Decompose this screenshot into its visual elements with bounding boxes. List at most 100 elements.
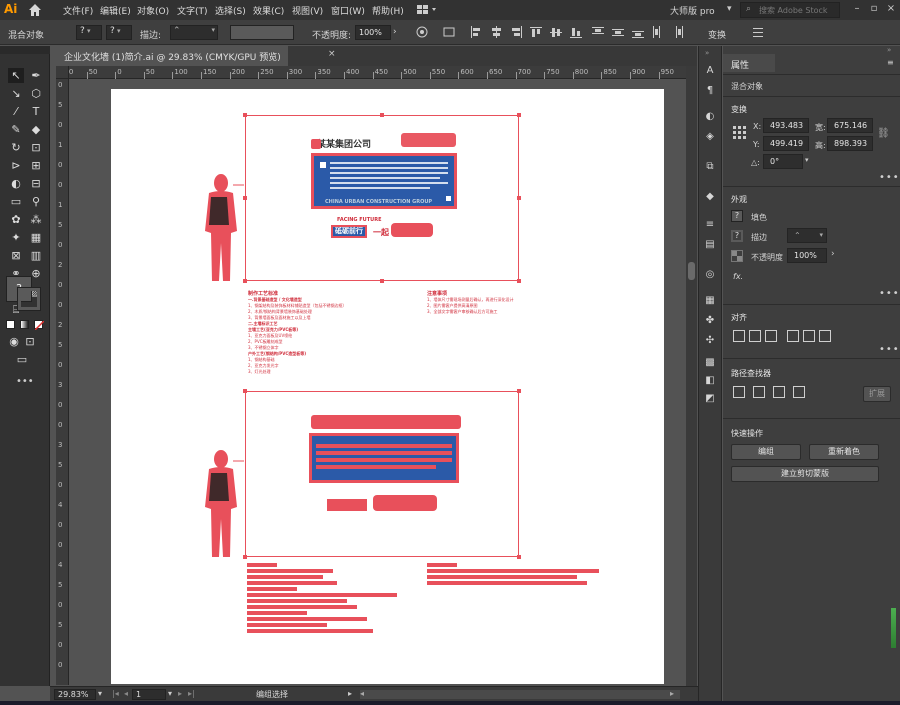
menu-type[interactable]: 文字(T) [177,4,208,17]
artboard-number-input[interactable]: 1 [132,689,166,700]
canvas[interactable]: 某某集团公司 CHINA URBAN CONSTRUCTION GROUP FA… [69,79,686,685]
transform-more-icon[interactable]: ••• [879,172,900,183]
document-tab[interactable]: 企业文化墙 (1)简介.ai @ 29.83% (CMYK/GPU 预览) [56,46,288,66]
none-mode-icon[interactable] [34,320,44,330]
opacity-panel-input[interactable]: 100% [787,248,827,263]
w-input[interactable]: 675.146 [827,118,873,133]
ellipse-tool-icon[interactable]: ⬡ [28,86,44,101]
panel-align-bottom-icon[interactable] [819,330,831,342]
type-tool-icon[interactable]: T [28,104,44,119]
horizontal-ruler[interactable]: 1005005010015020025030035040045050055060… [56,66,686,79]
home-icon[interactable] [28,3,42,17]
lower-slogan-calligraphy[interactable] [373,495,437,511]
menu-effect[interactable]: 效果(C) [253,4,284,17]
fill-swatch[interactable]: ? ▾ [76,25,102,40]
menu-view[interactable]: 视图(V) [292,4,323,17]
width-tool-icon[interactable]: ⊳ [8,158,24,173]
lower-header-calligraphy[interactable] [311,415,461,429]
group-button[interactable]: 编组 [731,444,801,460]
symbols-panel-icon[interactable]: ✣ [703,334,717,348]
ruler-origin[interactable] [56,66,69,79]
reference-point-icon[interactable] [733,126,747,143]
appearance-panel-icon[interactable]: ◧ [703,374,717,388]
facing-future-text[interactable]: FACING FUTURE [337,217,381,223]
panel-align-right-icon[interactable] [765,330,777,342]
unite-icon[interactable] [733,386,745,398]
draw-behind-icon[interactable]: ⊡ [22,334,38,349]
menu-file[interactable]: 文件(F) [63,4,93,17]
notes-line[interactable]: 3、全部文字需客户审核确认后方可施工 [427,309,514,315]
paragraph-panel-icon[interactable]: ¶ [703,84,717,98]
intersect-icon[interactable] [773,386,785,398]
workspace-label[interactable]: 大师版 pro [670,4,715,17]
exclude-icon[interactable] [793,386,805,398]
distribute-middle-icon[interactable] [612,26,624,38]
color-panel-icon[interactable]: ◐ [703,110,717,124]
perspective-tool-icon[interactable]: ⊟ [28,176,44,191]
close-icon[interactable]: × [884,3,898,17]
zoom-level-input[interactable]: 29.83% [54,689,96,700]
selection-tool-icon[interactable]: ↖ [8,68,24,83]
recolor-button[interactable]: 重新着色 [809,444,879,460]
align-bottom-icon[interactable] [570,26,582,38]
menu-object[interactable]: 对象(O) [137,4,169,17]
chevron-down-icon[interactable]: ▾ [727,4,732,14]
human-silhouette-figure-lower[interactable] [197,449,245,559]
align-middle-icon[interactable] [550,26,562,38]
transparency-panel-icon[interactable]: ◎ [703,268,717,282]
distribute-right-icon[interactable] [672,26,684,38]
prev-artboard-icon[interactable]: ◂ [124,689,128,698]
panel-close-icon[interactable]: » [887,46,891,54]
menu-select[interactable]: 选择(S) [215,4,246,17]
distribute-left-icon[interactable] [652,26,664,38]
color-guide-icon[interactable]: ◈ [703,130,717,144]
brush-tool-icon[interactable]: ⁄ [8,104,24,119]
status-menu-icon[interactable]: ▸ [348,689,352,698]
pencil-tool-icon[interactable]: ✎ [8,122,24,137]
artboards-panel-icon[interactable]: ⧉ [703,160,717,174]
stroke-color-swatch[interactable] [17,287,41,311]
scroll-right-icon[interactable]: ▸ [670,689,674,698]
stroke-weight-input[interactable]: ⌃ ▾ [170,25,218,40]
panel-align-vcenter-icon[interactable] [803,330,815,342]
vertical-scroll-thumb[interactable] [688,262,695,280]
craft-title[interactable]: 制作工艺标准 [248,290,278,297]
company-logo-mark[interactable] [311,139,321,149]
restore-icon[interactable]: ▫ [867,3,881,17]
align-more-icon[interactable]: ••• [879,344,900,355]
menu-help[interactable]: 帮助(H) [372,4,404,17]
x-input[interactable]: 493.483 [763,118,809,133]
slice-tool-icon[interactable]: ▥ [28,248,44,263]
slogan-tail[interactable]: 一起 [373,227,389,238]
gradient-tool-icon[interactable]: ▭ [8,194,24,209]
properties-tab[interactable]: 属性 [723,54,775,72]
fx-label[interactable]: fx. [733,272,743,281]
menu-window[interactable]: 窗口(W) [331,4,365,17]
draw-normal-icon[interactable]: ◉ [6,334,22,349]
color-mode-icon[interactable] [6,320,15,329]
free-transform-tool-icon[interactable]: ⊞ [28,158,44,173]
h-input[interactable]: 898.393 [827,136,873,151]
slogan-box[interactable]: 砥砺前行 [331,225,367,238]
collapse-panels-icon[interactable]: » [705,49,709,57]
toolbar-grip[interactable] [0,46,50,54]
blend-tool-icon[interactable]: ✿ [8,212,24,227]
angle-input[interactable]: 0° [763,154,803,169]
eyedropper-tool-icon[interactable]: ⚲ [28,194,44,209]
lower-intro-panel[interactable] [309,433,459,483]
first-artboard-icon[interactable]: |◂ [112,689,119,698]
y-input[interactable]: 499.419 [763,136,809,151]
align-center-icon[interactable] [490,26,502,38]
opacity-chevron-icon[interactable]: › [831,249,835,259]
last-artboard-icon[interactable]: ▸| [188,689,195,698]
calligraphy-header[interactable] [401,133,456,147]
fill-swatch-panel[interactable]: ? [731,210,743,222]
swatches-panel-icon[interactable]: ▦ [703,294,717,308]
slogan-calligraphy[interactable] [391,223,433,237]
transform-link[interactable]: 变换 [708,28,726,41]
panel-align-top-icon[interactable] [787,330,799,342]
recolor-icon[interactable] [416,26,428,38]
artboard-dropdown-icon[interactable]: ▾ [168,689,172,698]
graph-tool-icon[interactable]: ▦ [28,230,44,245]
craft-line[interactable]: 3、灯光处理 [248,369,347,375]
